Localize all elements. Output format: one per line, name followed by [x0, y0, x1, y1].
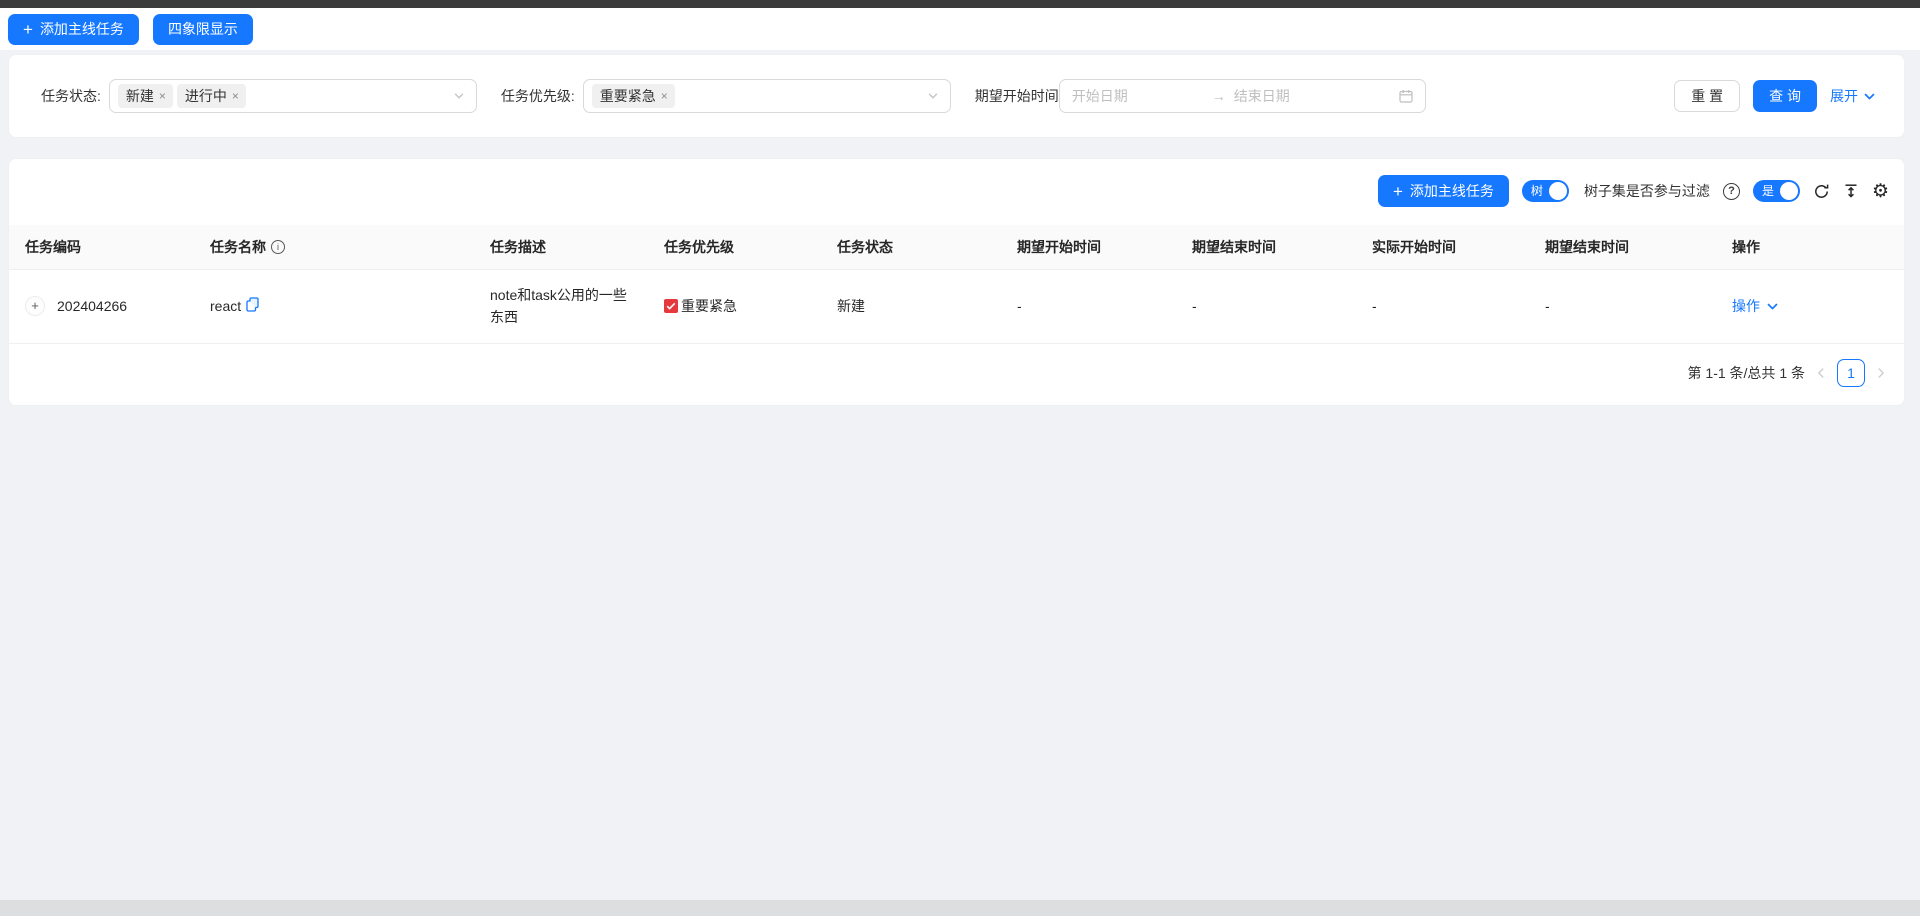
add-main-task-table-label: 添加主线任务: [1410, 181, 1494, 201]
yes-toggle-label: 是: [1762, 185, 1774, 197]
info-icon[interactable]: i: [271, 240, 285, 254]
expand-filters-label: 展开: [1830, 86, 1858, 106]
cell-task-name: react: [194, 270, 474, 344]
page-action-strip: + 添加主线任务 四象限显示: [0, 8, 1920, 50]
prev-page-icon[interactable]: [1815, 367, 1827, 379]
task-status-label: 任务状态:: [41, 86, 101, 106]
status-tag-new[interactable]: 新建 ×: [118, 84, 173, 108]
priority-tag-urgent[interactable]: 重要紧急 ×: [592, 84, 675, 108]
refresh-icon[interactable]: [1813, 183, 1830, 200]
filter-task-status: 任务状态: 新建 × 进行中 ×: [41, 79, 477, 113]
cell-task-description: note和task公用的一些东西: [474, 270, 648, 344]
add-main-task-button[interactable]: + 添加主线任务: [8, 14, 139, 45]
chevron-down-icon: [453, 90, 465, 102]
cell-expected-end-2: -: [1529, 270, 1716, 344]
task-priority-value: 重要紧急: [681, 295, 737, 317]
tag-close-icon[interactable]: ×: [661, 89, 668, 103]
cell-task-code: + 202404266: [9, 270, 194, 344]
row-action-label: 操作: [1732, 295, 1760, 317]
table-row: + 202404266 react note和task公用的一些东西: [9, 270, 1904, 344]
copy-icon[interactable]: [246, 297, 259, 312]
reset-button[interactable]: 重 置: [1674, 80, 1740, 112]
start-date-input[interactable]: [1072, 88, 1210, 104]
density-icon[interactable]: [1843, 183, 1859, 199]
page-1-button[interactable]: 1: [1837, 359, 1865, 387]
expected-start-time-label: 期望开始时间: [975, 86, 1059, 106]
date-range-picker[interactable]: →: [1059, 79, 1426, 113]
task-status-select[interactable]: 新建 × 进行中 ×: [109, 79, 477, 113]
filter-actions: 重 置 查 询 展开: [1674, 80, 1876, 112]
status-tag-new-label: 新建: [126, 86, 154, 106]
quadrant-view-label: 四象限显示: [168, 19, 238, 39]
col-task-description: 任务描述: [474, 225, 648, 270]
cell-task-priority: 重要紧急: [648, 270, 821, 344]
tree-filter-question-label: 树子集是否参与过滤: [1584, 181, 1710, 201]
row-expand-icon[interactable]: +: [25, 296, 45, 316]
chevron-down-icon: [927, 90, 939, 102]
add-main-task-button-table[interactable]: + 添加主线任务: [1378, 175, 1509, 207]
pagination: 第 1-1 条/总共 1 条 1: [9, 344, 1904, 391]
arrow-right-icon: →: [1212, 88, 1226, 104]
col-operations: 操作: [1716, 225, 1904, 270]
task-table-card: + 添加主线任务 树 树子集是否参与过滤 ? 是 ⚙ 任务编码: [8, 158, 1905, 406]
col-task-code: 任务编码: [9, 225, 194, 270]
col-task-priority: 任务优先级: [648, 225, 821, 270]
horizontal-scrollbar-track[interactable]: [0, 900, 1920, 916]
task-priority-select[interactable]: 重要紧急 ×: [583, 79, 951, 113]
query-button[interactable]: 查 询: [1753, 80, 1817, 112]
table-toolbar: + 添加主线任务 树 树子集是否参与过滤 ? 是 ⚙: [9, 175, 1904, 207]
filter-expected-start-time: 期望开始时间 →: [975, 79, 1426, 113]
col-expected-end: 期望结束时间: [1176, 225, 1356, 270]
help-icon[interactable]: ?: [1723, 183, 1740, 200]
end-date-input[interactable]: [1234, 88, 1372, 104]
col-task-status: 任务状态: [821, 225, 1001, 270]
priority-tag-urgent-label: 重要紧急: [600, 86, 656, 106]
tag-close-icon[interactable]: ×: [232, 89, 239, 103]
next-page-icon[interactable]: [1875, 367, 1887, 379]
col-expected-end-2: 期望结束时间: [1529, 225, 1716, 270]
task-name-value: react: [210, 295, 241, 317]
pagination-summary: 第 1-1 条/总共 1 条: [1688, 363, 1805, 383]
filter-card: 任务状态: 新建 × 进行中 × 任务优先级: 重要紧急 ×: [8, 54, 1905, 138]
subtree-filter-toggle[interactable]: 是: [1753, 180, 1800, 202]
toggle-knob: [1549, 182, 1567, 200]
tag-close-icon[interactable]: ×: [159, 89, 166, 103]
status-tag-inprogress-label: 进行中: [185, 86, 227, 106]
filter-task-priority: 任务优先级: 重要紧急 ×: [501, 79, 951, 113]
col-actual-start: 实际开始时间: [1356, 225, 1529, 270]
add-main-task-label: 添加主线任务: [40, 19, 124, 39]
gear-icon[interactable]: ⚙: [1872, 182, 1889, 201]
top-window-bar: [0, 0, 1920, 8]
cell-actual-start: -: [1356, 270, 1529, 344]
priority-checked-icon: [664, 299, 678, 313]
task-table: 任务编码 任务名称 i 任务描述 任务优先级 任务状态 期望开始时间 期望结束时…: [9, 225, 1904, 344]
expand-filters-link[interactable]: 展开: [1830, 86, 1876, 106]
cell-operations: 操作: [1716, 270, 1904, 344]
chevron-down-icon: [1863, 90, 1876, 103]
tree-toggle-label: 树: [1531, 185, 1543, 197]
plus-icon: +: [23, 21, 33, 38]
table-header-row: 任务编码 任务名称 i 任务描述 任务优先级 任务状态 期望开始时间 期望结束时…: [9, 225, 1904, 270]
toggle-knob: [1780, 182, 1798, 200]
col-task-name: 任务名称 i: [194, 225, 474, 270]
plus-icon: +: [1393, 183, 1403, 200]
calendar-icon: [1399, 89, 1413, 103]
col-task-name-label: 任务名称: [210, 237, 266, 257]
status-tag-inprogress[interactable]: 进行中 ×: [177, 84, 246, 108]
cell-task-status: 新建: [821, 270, 1001, 344]
cell-expected-start: -: [1001, 270, 1176, 344]
chevron-down-icon: [1766, 300, 1779, 313]
tree-mode-toggle[interactable]: 树: [1522, 180, 1569, 202]
task-priority-label: 任务优先级:: [501, 86, 575, 106]
row-action-dropdown[interactable]: 操作: [1732, 295, 1888, 317]
col-expected-start: 期望开始时间: [1001, 225, 1176, 270]
cell-expected-end: -: [1176, 270, 1356, 344]
task-code-value: 202404266: [57, 295, 127, 317]
quadrant-view-button[interactable]: 四象限显示: [153, 14, 253, 45]
